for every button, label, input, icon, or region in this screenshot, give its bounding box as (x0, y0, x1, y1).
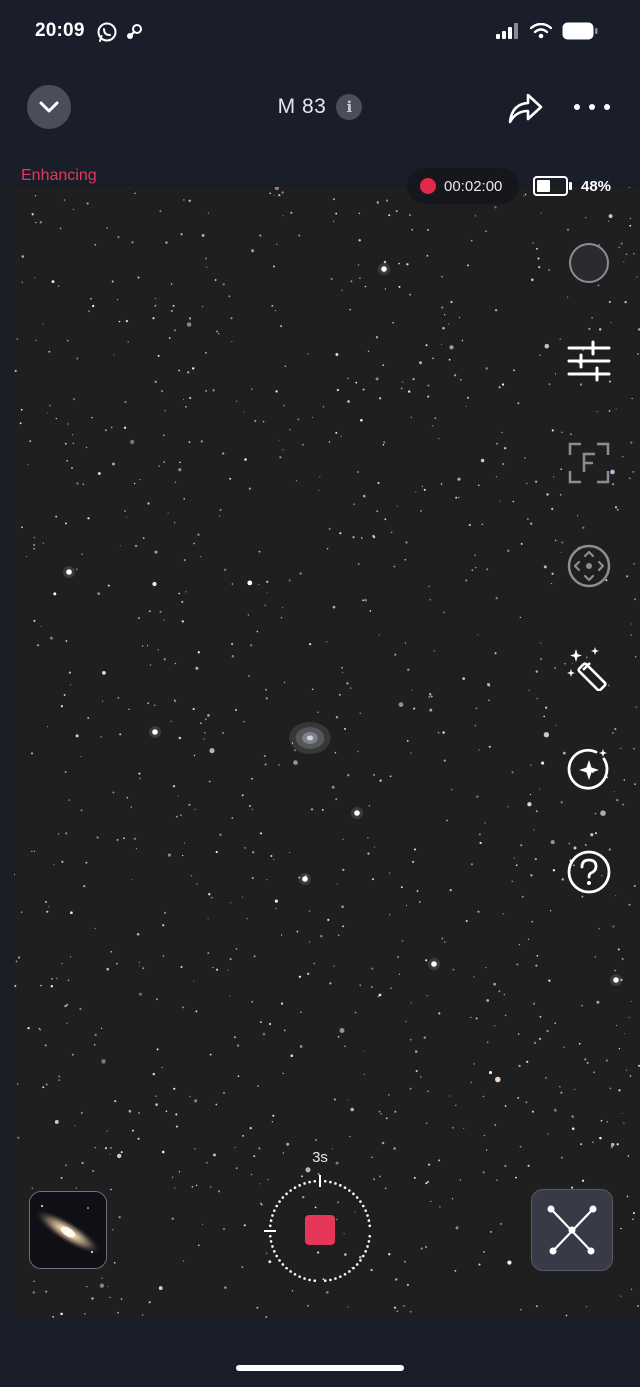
starfield-image (13, 181, 640, 1318)
interval-label: 3s (312, 1149, 328, 1166)
focus-frame-icon (568, 442, 610, 484)
live-sky-view[interactable] (0, 181, 640, 1318)
device-battery-icon (533, 176, 572, 196)
direction-pad-icon (567, 544, 611, 588)
exposure-dial-icon (569, 243, 609, 283)
battery-icon (562, 22, 598, 40)
adjust-settings-button[interactable] (560, 332, 618, 390)
exposure-dial-button[interactable] (560, 234, 618, 292)
stars (13, 181, 640, 1318)
stop-recording-button[interactable] (305, 1215, 335, 1245)
cellular-signal-icon (496, 23, 518, 39)
recording-indicator: 00:02:00 (407, 168, 519, 204)
recording-dot (420, 178, 436, 194)
share-button[interactable] (506, 90, 544, 126)
galaxy-thumbnail-image (30, 1192, 106, 1268)
constellation-icon (547, 1205, 597, 1255)
focus-button[interactable] (560, 434, 618, 492)
more-dot (604, 104, 610, 110)
more-dot (589, 104, 595, 110)
more-button[interactable] (574, 94, 610, 120)
image-edge (0, 181, 14, 1318)
device-battery: 48% (533, 176, 611, 196)
enhancing-status: Enhancing (21, 167, 97, 184)
help-button[interactable] (560, 843, 618, 901)
magic-wand-icon (567, 647, 607, 691)
direction-pad-button[interactable] (560, 537, 618, 595)
sparkle-enhance-icon (567, 748, 609, 790)
status-indicators (496, 22, 598, 40)
constellation-button[interactable] (531, 1189, 613, 1271)
help-icon (567, 850, 611, 894)
galaxy-target (289, 722, 331, 754)
magic-wand-button[interactable] (560, 639, 618, 697)
device-battery-percent: 48% (581, 177, 612, 195)
wifi-icon (530, 23, 552, 39)
share-arrow-icon (508, 93, 543, 124)
status-bar: 20:09 (0, 0, 640, 64)
enhance-button[interactable] (560, 741, 618, 799)
page-title: M 83 (277, 95, 327, 118)
bottom-safe-area (0, 1318, 640, 1387)
home-indicator[interactable] (236, 1365, 404, 1371)
status-app-icons (96, 21, 144, 43)
galaxy-thumbnail[interactable] (29, 1191, 107, 1269)
more-horizontal-icon (574, 104, 580, 110)
status-time: 20:09 (35, 20, 85, 41)
whatsapp-icon (97, 22, 117, 42)
sliders-adjust-icon (567, 340, 611, 382)
steam-icon (127, 24, 142, 39)
title-area: M 83 i (0, 94, 640, 120)
info-icon[interactable]: i (336, 94, 363, 120)
recording-time: 00:02:00 (444, 177, 503, 195)
header: M 83 i (0, 64, 640, 180)
